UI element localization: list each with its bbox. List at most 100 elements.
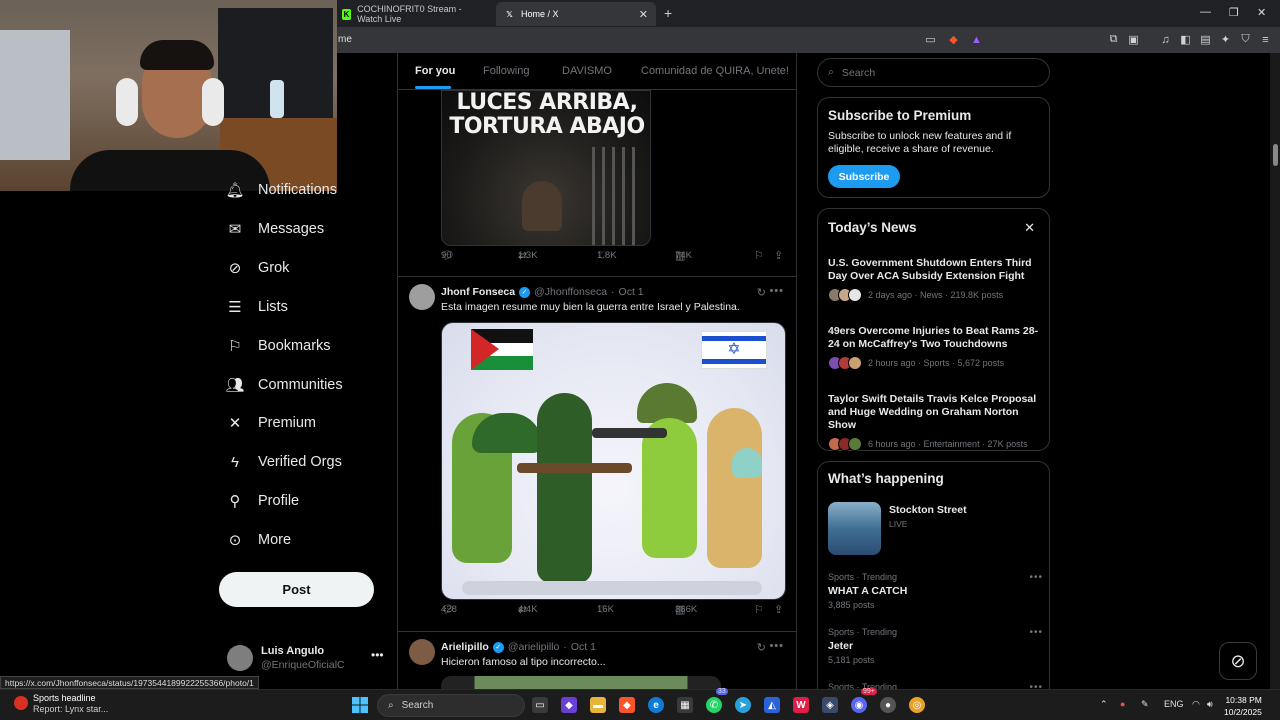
tab-davismo[interactable]: DAVISMO [562, 65, 612, 77]
author-handle[interactable]: @Jhonffonseca [534, 286, 607, 298]
cast-icon[interactable]: ▭ [924, 33, 937, 46]
obs-icon[interactable]: ● [880, 697, 896, 713]
live-thumbnail[interactable] [828, 502, 881, 555]
tray-pen-icon[interactable]: ✎ [1141, 699, 1149, 710]
tab-following[interactable]: Following [483, 65, 529, 77]
new-tab-button[interactable]: + [664, 5, 672, 21]
tray-app-icon[interactable]: ● [1120, 699, 1125, 709]
grok-float-button[interactable]: ⊘ [1219, 642, 1257, 680]
more-dots-icon[interactable]: ••• [371, 648, 384, 662]
menu-icon[interactable]: ≡ [1259, 33, 1272, 46]
tab-home-x[interactable]: 𝕏 Home / X ✕ [496, 2, 656, 26]
task-view-icon[interactable]: ▭ [532, 697, 548, 713]
minimize-icon[interactable]: — [1200, 6, 1211, 18]
tab-kick-stream[interactable]: K COCHINOFRIT0 Stream - Watch Live [334, 2, 490, 26]
tab-for-you[interactable]: For you [415, 65, 455, 77]
author-name[interactable]: Jhonf Fonseca [441, 286, 515, 298]
nav-lists[interactable]: ☰ Lists [226, 292, 288, 322]
brave-rewards-icon[interactable]: ▲ [970, 33, 983, 46]
language-indicator[interactable]: ENG [1164, 699, 1184, 709]
tweet-image[interactable]: LUCES ARRIBA, TORTURA ABAJO [441, 90, 651, 246]
post-button[interactable]: Post [219, 572, 374, 607]
taskbar-search[interactable]: ⌕ Search [377, 694, 525, 717]
more-dots-icon[interactable]: ••• [769, 285, 784, 297]
whatsapp-icon[interactable]: ✆ [706, 697, 722, 713]
trend-item[interactable]: Sports · Trending WHAT A CATCH 3,885 pos… [828, 572, 1043, 610]
widget-subtitle: Report: Lynx star... [33, 704, 109, 714]
nav-messages[interactable]: ✉ Messages [226, 214, 324, 244]
nav-more[interactable]: ⊙ More [226, 525, 291, 555]
clock[interactable]: 10:38 PM 10/2/2025 [1224, 694, 1262, 718]
nav-profile[interactable]: ⚲ Profile [226, 486, 300, 516]
nav-premium[interactable]: ✕ Premium [226, 408, 316, 438]
webcam-overlay [0, 0, 337, 191]
chrome-icon[interactable]: ◎ [909, 697, 925, 713]
edge-icon[interactable]: e [648, 697, 664, 713]
maps-icon[interactable]: ◭ [764, 697, 780, 713]
grok-icon: ⊘ [1230, 650, 1246, 671]
tweet-actions: 💬︎ 428 ⇄ 4.4K ♡ 16K ▥ 366K ⚐ ⇪ [441, 603, 784, 616]
author-name[interactable]: Arielipillo [441, 641, 489, 653]
tweet-image[interactable] [441, 676, 721, 689]
close-icon[interactable]: ✕ [1024, 220, 1035, 236]
grok-icon[interactable]: ↻ [757, 286, 766, 299]
tab-comunidad-quira[interactable]: Comunidad de QUIRA, Unete! [641, 65, 789, 77]
volume-icon[interactable]: 🔊︎ [1207, 699, 1213, 710]
reader-icon[interactable]: ▣ [1127, 33, 1140, 46]
avatar[interactable] [409, 639, 435, 665]
tweet-header: Jhonf Fonseca ✓ @Jhonffonseca · Oct 1 [441, 286, 644, 298]
nav-notifications[interactable]: 🔔︎ Notifications [225, 175, 337, 205]
discord-icon[interactable]: ◉ [851, 697, 867, 713]
more-circle-icon: ⊙ [228, 532, 242, 549]
search-input[interactable]: ⌕ Search [817, 58, 1050, 87]
file-explorer-icon[interactable]: ▬ [590, 697, 606, 713]
tab-title: Home / X [521, 9, 559, 19]
nav-verified-orgs[interactable]: ϟ Verified Orgs [226, 447, 342, 477]
account-switcher[interactable]: Luis Angulo @EnriqueOficialC ••• [227, 642, 387, 676]
trend-item[interactable]: Sports · Trending Jeter 5,181 posts ••• [828, 627, 1043, 665]
tray-chevron-icon[interactable]: ⌃ [1100, 699, 1108, 710]
news-widget[interactable]: Sports headline Report: Lynx star... [14, 693, 108, 715]
news-widget-icon [14, 696, 28, 710]
scrollbar-thumb[interactable] [1273, 144, 1278, 166]
grok-icon[interactable]: ↻ [757, 641, 766, 654]
restore-icon[interactable]: ❐ [1229, 6, 1239, 19]
avatar[interactable] [409, 284, 435, 310]
tweet-time[interactable]: Oct 1 [619, 286, 644, 298]
brave-icon[interactable]: ◆ [619, 697, 635, 713]
divider [398, 631, 796, 632]
news-item[interactable]: U.S. Government Shutdown Enters Third Da… [828, 257, 1043, 302]
status-url: https://x.com/Jhonffonseca/status/197354… [0, 676, 259, 689]
bookmark-icon: ⚐ [754, 249, 764, 262]
todays-news-card: Today’s News ✕ U.S. Government Shutdown … [817, 208, 1050, 451]
news-item[interactable]: 49ers Overcome Injuries to Beat Rams 28-… [828, 325, 1043, 370]
copilot-icon[interactable]: ◆ [561, 697, 577, 713]
nav-grok[interactable]: ⊘ Grok [226, 253, 290, 283]
tweet-image[interactable]: ✡ [441, 322, 786, 600]
leo-ai-icon[interactable]: ✦ [1219, 33, 1232, 46]
wifi-icon[interactable]: ◠ [1192, 699, 1200, 710]
nav-communities[interactable]: 👥︎ Communities [225, 370, 342, 400]
news-item[interactable]: Taylor Swift Details Travis Kelce Propos… [828, 393, 1043, 451]
israel-flag: ✡ [701, 331, 767, 369]
close-window-icon[interactable]: ✕ [1257, 6, 1266, 19]
close-tab-icon[interactable]: ✕ [639, 8, 648, 21]
avatar-stack [828, 288, 862, 302]
brave-shield-icon[interactable]: ◆ [947, 33, 960, 46]
app-w-icon[interactable]: W [793, 697, 809, 713]
vpn-icon[interactable]: ⛉ [1239, 33, 1252, 46]
more-dots-icon[interactable]: ••• [769, 640, 784, 652]
app-diamond-icon[interactable]: ◈ [822, 697, 838, 713]
extensions-icon[interactable]: ⧉ [1107, 33, 1120, 46]
windows-start-icon[interactable] [352, 697, 368, 713]
telegram-icon[interactable]: ➤ [735, 697, 751, 713]
wallet-icon[interactable]: ▤ [1199, 33, 1212, 46]
store-icon[interactable]: ▦ [677, 697, 693, 713]
subscribe-button[interactable]: Subscribe [828, 165, 900, 188]
media-icon[interactable]: ♫ [1159, 33, 1172, 46]
sidebar-icon[interactable]: ◧ [1179, 33, 1192, 46]
nav-bookmarks[interactable]: ⚐ Bookmarks [226, 331, 330, 361]
live-title[interactable]: Stockton Street [889, 504, 967, 516]
tweet-time[interactable]: Oct 1 [571, 641, 596, 653]
author-handle[interactable]: @arielipillo [508, 641, 560, 653]
